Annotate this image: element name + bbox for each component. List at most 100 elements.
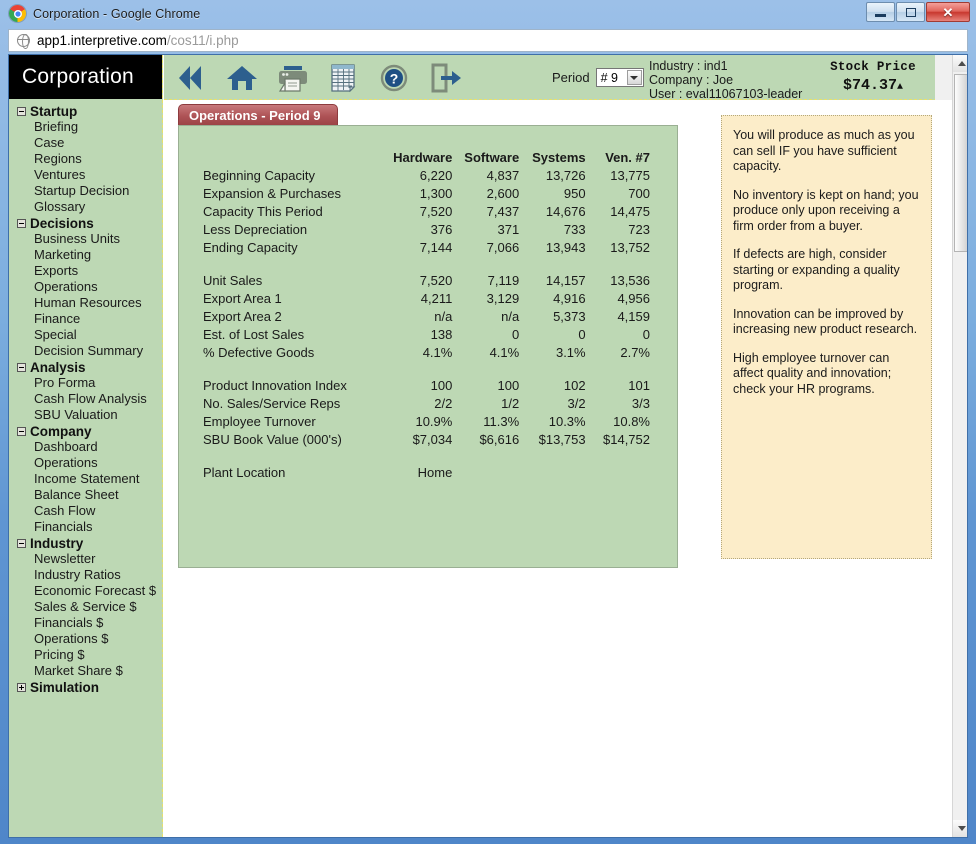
collapse-icon[interactable] bbox=[17, 107, 26, 116]
address-bar[interactable]: app1.interpretive.com/cos11/i.php bbox=[8, 29, 968, 52]
spreadsheet-icon[interactable] bbox=[326, 61, 362, 95]
collapse-icon[interactable] bbox=[17, 427, 26, 436]
nav-tree: StartupBriefingCaseRegionsVenturesStartu… bbox=[9, 99, 162, 695]
row-label: Less Depreciation bbox=[203, 220, 385, 238]
exit-icon[interactable] bbox=[428, 61, 464, 95]
sidebar-item-finance[interactable]: Finance bbox=[17, 311, 162, 327]
table-row: Capacity This Period7,5207,43714,67614,4… bbox=[203, 202, 651, 220]
sidebar-group-decisions[interactable]: Decisions bbox=[17, 215, 162, 231]
sidebar-item-industry-ratios[interactable]: Industry Ratios bbox=[17, 567, 162, 583]
table-head: HardwareSoftwareSystemsVen. #7 bbox=[203, 148, 651, 166]
minimize-button[interactable] bbox=[866, 2, 895, 22]
url-path: /cos11/i.php bbox=[167, 33, 239, 48]
row-value: 100 bbox=[385, 376, 453, 394]
collapse-icon[interactable] bbox=[17, 363, 26, 372]
sidebar-item-pro-forma[interactable]: Pro Forma bbox=[17, 375, 162, 391]
sidebar-item-income-statement[interactable]: Income Statement bbox=[17, 471, 162, 487]
row-label: No. Sales/Service Reps bbox=[203, 394, 385, 412]
sidebar-item-regions[interactable]: Regions bbox=[17, 151, 162, 167]
sidebar-item-dashboard[interactable]: Dashboard bbox=[17, 439, 162, 455]
sidebar-item-sbu-valuation[interactable]: SBU Valuation bbox=[17, 407, 162, 423]
row-value: 7,144 bbox=[385, 238, 453, 256]
table-row: SBU Book Value (000's)$7,034$6,616$13,75… bbox=[203, 430, 651, 448]
sidebar-item-newsletter[interactable]: Newsletter bbox=[17, 551, 162, 567]
operations-card: HardwareSoftwareSystemsVen. #7 Beginning… bbox=[178, 125, 678, 568]
scroll-down-button[interactable] bbox=[953, 820, 968, 837]
row-value: 2,600 bbox=[453, 184, 520, 202]
row-value: 3/2 bbox=[520, 394, 586, 412]
row-label: Employee Turnover bbox=[203, 412, 385, 430]
row-label: Plant Location bbox=[203, 463, 385, 481]
sidebar-item-cash-flow-analysis[interactable]: Cash Flow Analysis bbox=[17, 391, 162, 407]
tip-paragraph: Innovation can be improved by increasing… bbox=[733, 307, 920, 338]
sidebar-group-label: Analysis bbox=[30, 360, 86, 375]
table-spacer-row bbox=[203, 448, 651, 463]
row-label: % Defective Goods bbox=[203, 343, 385, 361]
toolbar-icon-group: ? bbox=[173, 59, 464, 97]
sidebar-item-briefing[interactable]: Briefing bbox=[17, 119, 162, 135]
period-select[interactable]: # 9 bbox=[596, 68, 644, 87]
print-icon[interactable] bbox=[275, 61, 311, 95]
sidebar-item-sales-service[interactable]: Sales & Service $ bbox=[17, 599, 162, 615]
industry-line: Industry : ind1 bbox=[649, 59, 802, 73]
row-value: 10.9% bbox=[385, 412, 453, 430]
sidebar-item-operations[interactable]: Operations $ bbox=[17, 631, 162, 647]
home-icon[interactable] bbox=[224, 61, 260, 95]
row-value: 7,520 bbox=[385, 202, 453, 220]
back-icon[interactable] bbox=[173, 61, 209, 95]
sidebar-group-simulation[interactable]: Simulation bbox=[17, 679, 162, 695]
sidebar-item-operations[interactable]: Operations bbox=[17, 455, 162, 471]
sidebar-item-business-units[interactable]: Business Units bbox=[17, 231, 162, 247]
row-value: 100 bbox=[453, 376, 520, 394]
tip-paragraph: If defects are high, consider starting o… bbox=[733, 247, 920, 294]
sidebar-item-financials[interactable]: Financials bbox=[17, 519, 162, 535]
sidebar-item-case[interactable]: Case bbox=[17, 135, 162, 151]
collapse-icon[interactable] bbox=[17, 219, 26, 228]
expand-icon[interactable] bbox=[17, 683, 26, 692]
table-row: Employee Turnover10.9%11.3%10.3%10.8% bbox=[203, 412, 651, 430]
url-domain: app1.interpretive.com bbox=[37, 33, 167, 48]
sidebar-group-analysis[interactable]: Analysis bbox=[17, 359, 162, 375]
sidebar-item-marketing[interactable]: Marketing bbox=[17, 247, 162, 263]
title-bar: Corporation - Google Chrome ✕ bbox=[0, 0, 976, 27]
company-line: Company : Joe bbox=[649, 73, 802, 87]
app-toolbar: ? Period # 9 bbox=[164, 55, 952, 100]
sidebar-item-exports[interactable]: Exports bbox=[17, 263, 162, 279]
sidebar-item-economic-forecast[interactable]: Economic Forecast $ bbox=[17, 583, 162, 599]
sidebar-item-special[interactable]: Special bbox=[17, 327, 162, 343]
tip-paragraph: High employee turnover can affect qualit… bbox=[733, 351, 920, 398]
sidebar-group-industry[interactable]: Industry bbox=[17, 535, 162, 551]
sidebar-item-startup-decision[interactable]: Startup Decision bbox=[17, 183, 162, 199]
collapse-icon[interactable] bbox=[17, 539, 26, 548]
period-value: # 9 bbox=[601, 71, 618, 85]
sidebar-item-glossary[interactable]: Glossary bbox=[17, 199, 162, 215]
row-value: n/a bbox=[385, 307, 453, 325]
sidebar-item-financials[interactable]: Financials $ bbox=[17, 615, 162, 631]
sidebar-item-decision-summary[interactable]: Decision Summary bbox=[17, 343, 162, 359]
row-value: 13,536 bbox=[587, 271, 651, 289]
row-value: 13,752 bbox=[587, 238, 651, 256]
row-value: 11.3% bbox=[453, 412, 520, 430]
page-scrollbar[interactable] bbox=[952, 55, 968, 837]
sidebar-item-market-share[interactable]: Market Share $ bbox=[17, 663, 162, 679]
row-value: n/a bbox=[453, 307, 520, 325]
sidebar-item-operations[interactable]: Operations bbox=[17, 279, 162, 295]
arrow-up-icon bbox=[958, 61, 966, 66]
sidebar-item-human-resources[interactable]: Human Resources bbox=[17, 295, 162, 311]
row-value: 7,520 bbox=[385, 271, 453, 289]
sidebar-group-company[interactable]: Company bbox=[17, 423, 162, 439]
sidebar-item-cash-flow[interactable]: Cash Flow bbox=[17, 503, 162, 519]
scroll-up-button[interactable] bbox=[953, 55, 968, 72]
row-value: 7,119 bbox=[453, 271, 520, 289]
maximize-button[interactable] bbox=[896, 2, 925, 22]
close-button[interactable]: ✕ bbox=[926, 2, 970, 22]
chevron-down-icon[interactable] bbox=[627, 70, 642, 85]
sidebar-item-pricing[interactable]: Pricing $ bbox=[17, 647, 162, 663]
scrollbar-thumb[interactable] bbox=[954, 74, 968, 252]
sidebar-group-startup[interactable]: Startup bbox=[17, 103, 162, 119]
sidebar-item-balance-sheet[interactable]: Balance Sheet bbox=[17, 487, 162, 503]
sidebar-item-ventures[interactable]: Ventures bbox=[17, 167, 162, 183]
period-label: Period bbox=[552, 70, 590, 85]
help-icon[interactable]: ? bbox=[377, 61, 413, 95]
row-label: Export Area 1 bbox=[203, 289, 385, 307]
